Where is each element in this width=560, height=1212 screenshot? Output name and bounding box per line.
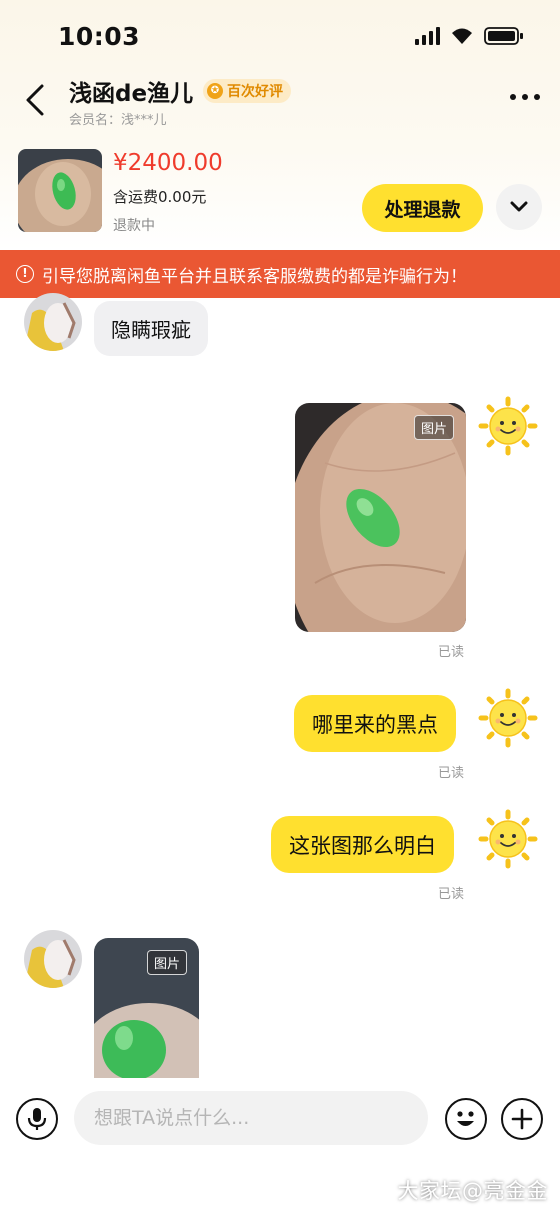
shipping-fee: 含运费0.00元 bbox=[113, 188, 207, 206]
message-bubble[interactable]: 这张图那么明白 bbox=[271, 816, 454, 873]
process-refund-button[interactable]: 处理退款 bbox=[362, 184, 483, 232]
image-tag: 图片 bbox=[413, 415, 454, 440]
message-text: 隐瞒瑕疵 bbox=[111, 318, 191, 342]
back-button[interactable] bbox=[20, 82, 52, 118]
warning-text: 引导您脱离闲鱼平台并且联系客服缴费的都是诈骗行为！ bbox=[42, 266, 467, 287]
read-receipt: 已读 bbox=[438, 887, 465, 902]
message-bubble[interactable]: 隐瞒瑕疵 bbox=[94, 301, 208, 356]
status-icons bbox=[415, 26, 524, 46]
chevron-down-icon bbox=[510, 201, 528, 212]
voice-button[interactable] bbox=[16, 1098, 58, 1140]
microphone-icon bbox=[27, 1108, 47, 1130]
read-receipt: 已读 bbox=[438, 766, 465, 781]
read-receipt: 已读 bbox=[438, 645, 465, 660]
image-message[interactable]: 图片 bbox=[295, 403, 466, 632]
message-bubble[interactable]: 哪里来的黑点 bbox=[294, 695, 456, 752]
product-price: ¥2400.00 bbox=[113, 150, 223, 176]
sun-avatar-icon[interactable] bbox=[478, 809, 538, 869]
image-message[interactable]: 图片 bbox=[94, 938, 199, 1078]
order-status: 退款中 bbox=[113, 218, 155, 234]
watermark: 大家坛@亮金金 bbox=[397, 1179, 548, 1203]
badge-label: 百次好评 bbox=[227, 84, 283, 100]
rating-badge: ✪ 百次好评 bbox=[203, 79, 291, 103]
emoji-button[interactable] bbox=[445, 1098, 487, 1140]
buyer-avatar[interactable] bbox=[24, 293, 82, 351]
more-dot-icon bbox=[522, 94, 528, 100]
message-text: 这张图那么明白 bbox=[289, 833, 436, 858]
sun-avatar-icon[interactable] bbox=[478, 688, 538, 748]
image-tag: 图片 bbox=[146, 950, 187, 975]
status-time: 10:03 bbox=[58, 22, 141, 51]
chevron-left-icon bbox=[26, 84, 44, 116]
badge-icon: ✪ bbox=[207, 83, 223, 99]
seller-name[interactable]: 浅函de渔儿 bbox=[69, 74, 193, 108]
product-thumbnail[interactable] bbox=[18, 149, 102, 232]
battery-icon bbox=[484, 26, 524, 46]
wifi-icon bbox=[450, 27, 474, 45]
more-actions-button[interactable] bbox=[501, 1098, 543, 1140]
message-text: 哪里来的黑点 bbox=[312, 712, 438, 737]
cellular-signal-icon bbox=[415, 27, 440, 45]
plus-icon bbox=[511, 1108, 533, 1130]
member-name: 会员名：浅***儿 bbox=[69, 113, 167, 128]
buyer-avatar[interactable] bbox=[24, 930, 82, 988]
expand-button[interactable] bbox=[496, 184, 542, 230]
more-dot-icon bbox=[534, 94, 540, 100]
more-options-button[interactable] bbox=[510, 94, 540, 100]
sun-avatar-icon[interactable] bbox=[478, 396, 538, 456]
smiley-icon bbox=[457, 1111, 474, 1126]
warning-icon: ! bbox=[16, 265, 34, 283]
message-input[interactable] bbox=[74, 1091, 428, 1145]
fraud-warning-banner: ! 引导您脱离闲鱼平台并且联系客服缴费的都是诈骗行为！ bbox=[0, 250, 560, 298]
more-dot-icon bbox=[510, 94, 516, 100]
